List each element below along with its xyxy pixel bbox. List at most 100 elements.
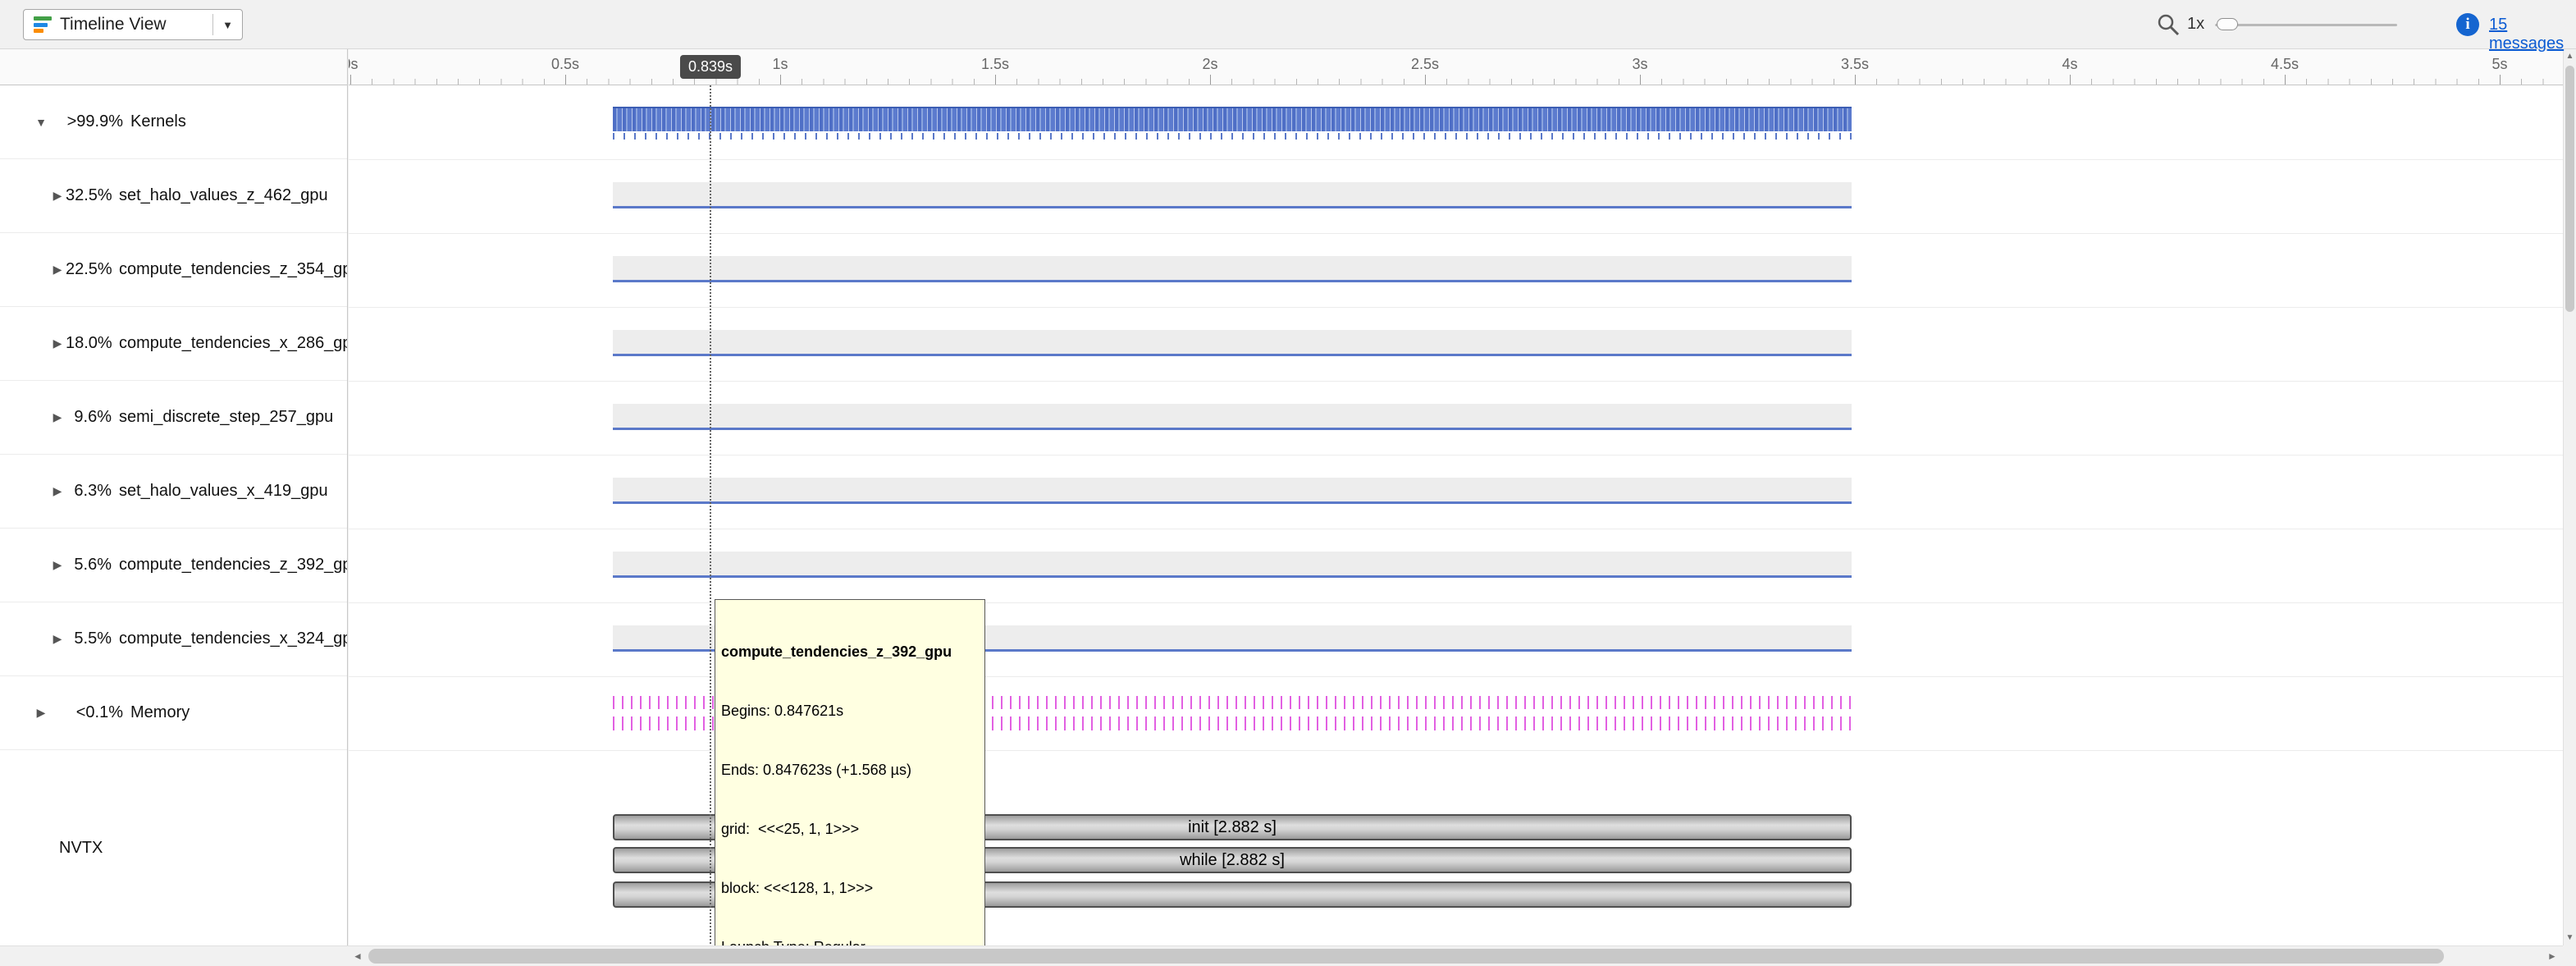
timeline-view-icon (34, 16, 52, 33)
row-label: compute_tendencies_z_354_gpu (119, 260, 348, 279)
collapse-icon[interactable]: ▶ (49, 189, 66, 203)
row-label: Memory (130, 703, 190, 722)
collapse-icon[interactable]: ▶ (33, 706, 49, 720)
sidebar-header (0, 49, 347, 85)
tooltip-line: Begins: 0.847621s (721, 701, 979, 721)
sidebar-row-tendencies-x-324[interactable]: ▶ 5.5% compute_tendencies_x_324_gpu (0, 602, 347, 676)
scrollbar-corner (2563, 945, 2576, 966)
kernel-track-bar-semi-discrete[interactable] (613, 404, 1852, 430)
collapse-icon[interactable]: ▶ (49, 336, 66, 350)
ruler-tick-label: 0.5s (551, 56, 579, 73)
time-marker: 0.839s (680, 55, 741, 79)
tooltip-line: Launch Type: Regular (721, 937, 979, 945)
horizontal-scrollbar[interactable]: ◄ ► (0, 945, 2563, 966)
row-separator (349, 750, 2563, 751)
sidebar: ▼ >99.9% Kernels ▶ 32.5% set_halo_values… (0, 49, 348, 945)
row-label: compute_tendencies_z_392_gpu (119, 556, 348, 575)
messages-link[interactable]: 15 messages (2489, 16, 2576, 53)
row-percent: 5.6% (66, 556, 112, 575)
ruler-tick-label: 5s (2492, 56, 2507, 73)
sidebar-row-tendencies-x-286[interactable]: ▶ 18.0% compute_tendencies_x_286_gpu (0, 307, 347, 381)
magnifier-icon (2156, 12, 2181, 37)
kernel-track-bar-set-halo-x[interactable] (613, 478, 1852, 504)
row-percent: 18.0% (66, 334, 112, 353)
info-icon[interactable]: i (2456, 13, 2479, 36)
nvtx-range-label: init [2.882 s] (1188, 818, 1277, 837)
kernels-activity-bar[interactable] (613, 107, 1852, 131)
ruler-tick-label: 1s (772, 56, 788, 73)
collapse-icon[interactable]: ▶ (49, 484, 66, 498)
sidebar-row-tendencies-z-354[interactable]: ▶ 22.5% compute_tendencies_z_354_gpu (0, 233, 347, 307)
sidebar-row-kernels[interactable]: ▼ >99.9% Kernels (0, 85, 347, 159)
sidebar-row-set-halo-z[interactable]: ▶ 32.5% set_halo_values_z_462_gpu (0, 159, 347, 233)
tooltip-title: compute_tendencies_z_392_gpu (721, 642, 979, 662)
row-percent: <0.1% (49, 703, 123, 722)
ruler-tick-label: 2s (1202, 56, 1217, 73)
row-separator (349, 233, 2563, 234)
zoom-slider[interactable] (2215, 17, 2397, 32)
ruler-tick-label: 2.5s (1411, 56, 1439, 73)
row-percent: 5.5% (66, 630, 112, 648)
row-separator (349, 455, 2563, 456)
ruler-tick-label: 4s (2062, 56, 2077, 73)
row-percent: 6.3% (66, 482, 112, 501)
scroll-left-icon[interactable]: ◄ (349, 946, 367, 966)
ruler-tick-label: 3s (1632, 56, 1647, 73)
timeline-view-dropdown[interactable]: Timeline View ▼ (23, 9, 243, 40)
kernel-track-bar-tendencies-x-286[interactable] (613, 330, 1852, 356)
row-percent: >99.9% (49, 112, 123, 131)
timeline-cursor (710, 85, 711, 944)
ruler-tick-label: 1.5s (981, 56, 1009, 73)
nvtx-range-label: while [2.882 s] (1180, 851, 1285, 870)
vertical-scrollbar[interactable]: ▲ ▼ (2563, 49, 2576, 945)
scroll-down-icon[interactable]: ▼ (2564, 931, 2576, 945)
kernels-launch-ticks (613, 133, 1852, 140)
kernel-tooltip: compute_tendencies_z_392_gpu Begins: 0.8… (715, 599, 985, 945)
expand-icon[interactable]: ▼ (33, 116, 49, 129)
vertical-scrollbar-thumb[interactable] (2565, 66, 2574, 312)
row-label: set_halo_values_z_462_gpu (119, 186, 328, 205)
collapse-icon[interactable]: ▶ (49, 558, 66, 572)
sidebar-row-set-halo-x[interactable]: ▶ 6.3% set_halo_values_x_419_gpu (0, 455, 347, 529)
collapse-icon[interactable]: ▶ (49, 410, 66, 424)
row-separator (349, 381, 2563, 382)
kernel-track-bar-tendencies-z-354[interactable] (613, 256, 1852, 282)
ruler-tick-label: 0s (349, 56, 359, 73)
row-percent: 9.6% (66, 408, 112, 427)
tooltip-line: Ends: 0.847623s (+1.568 µs) (721, 760, 979, 780)
row-label: set_halo_values_x_419_gpu (119, 482, 328, 501)
horizontal-scrollbar-thumb[interactable] (368, 949, 2444, 964)
timeline-pane[interactable]: 0s 0.5s 1s 1.5s 2s 2.5s 3s 3.5s 4s 4.5s … (349, 49, 2563, 945)
row-label: NVTX (59, 839, 103, 858)
row-label: compute_tendencies_x_324_gpu (119, 630, 348, 648)
row-separator (349, 159, 2563, 160)
tooltip-line: grid: <<<25, 1, 1>>> (721, 819, 979, 839)
ruler-tick-label: 4.5s (2271, 56, 2299, 73)
row-percent: 22.5% (66, 260, 112, 279)
kernel-track-bar-set-halo-z[interactable] (613, 182, 1852, 208)
kernel-track-bar-tendencies-z-392[interactable] (613, 552, 1852, 578)
zoom-slider-track (2215, 24, 2397, 26)
row-separator (349, 602, 2563, 603)
row-separator (349, 676, 2563, 677)
zoom-level-label: 1x (2187, 15, 2204, 34)
row-percent: 32.5% (66, 186, 112, 205)
view-selector-label: Timeline View (60, 15, 212, 34)
sidebar-row-memory[interactable]: ▶ <0.1% Memory (0, 676, 347, 750)
row-label: compute_tendencies_x_286_gpu (119, 334, 348, 353)
row-label: semi_discrete_step_257_gpu (119, 408, 333, 427)
sidebar-row-tendencies-z-392[interactable]: ▶ 5.6% compute_tendencies_z_392_gpu (0, 529, 347, 602)
sidebar-row-semi-discrete[interactable]: ▶ 9.6% semi_discrete_step_257_gpu (0, 381, 347, 455)
sidebar-row-nvtx[interactable]: NVTX (0, 750, 347, 945)
toolbar: Timeline View ▼ 1x i 15 messages (0, 0, 2576, 49)
collapse-icon[interactable]: ▶ (49, 263, 66, 277)
zoom-slider-thumb[interactable] (2217, 18, 2238, 30)
row-separator (349, 307, 2563, 308)
tooltip-line: block: <<<128, 1, 1>>> (721, 878, 979, 898)
row-label: Kernels (130, 112, 186, 131)
ruler-tick-label: 3.5s (1841, 56, 1869, 73)
collapse-icon[interactable]: ▶ (49, 632, 66, 646)
scroll-right-icon[interactable]: ► (2543, 946, 2561, 966)
chevron-down-icon: ▼ (222, 19, 233, 31)
dropdown-separator (212, 14, 213, 35)
